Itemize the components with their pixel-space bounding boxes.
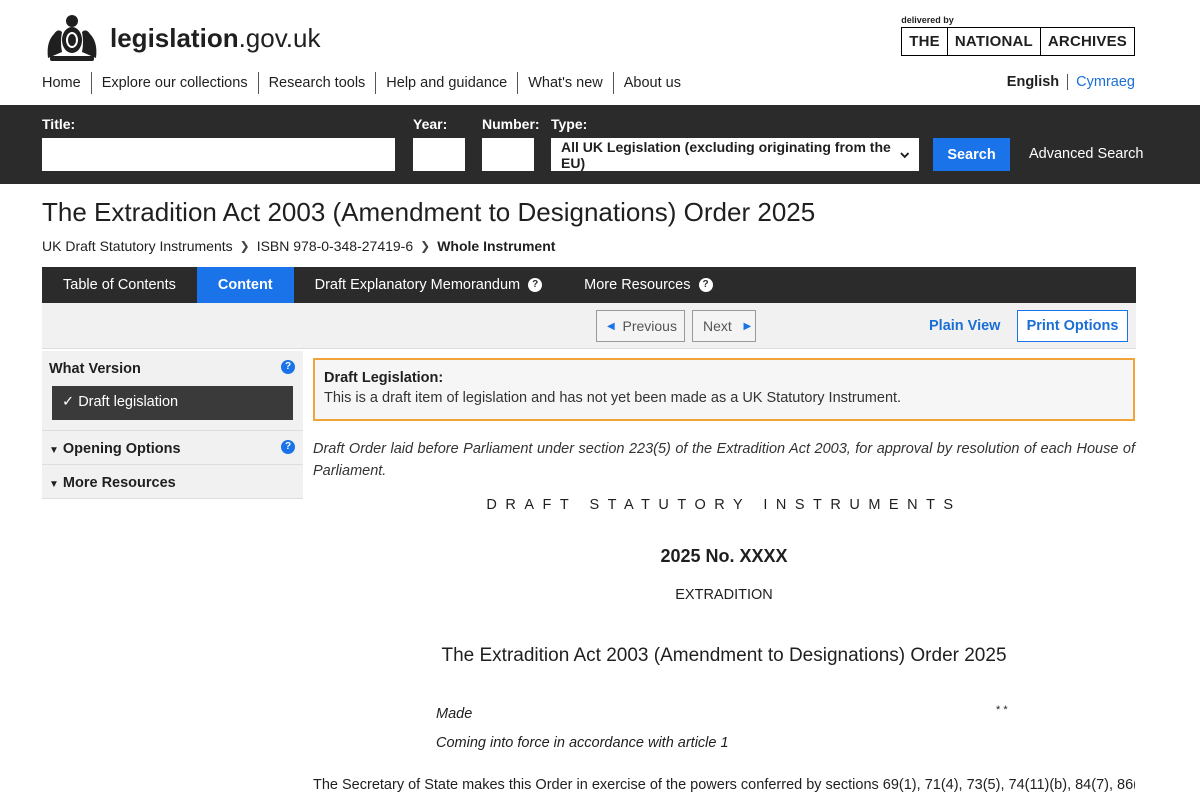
tab-label: Content: [217, 277, 273, 293]
year-input[interactable]: [413, 138, 465, 171]
next-label: Next: [703, 318, 732, 334]
body-text: The Secretary of State makes this Order …: [313, 777, 1135, 793]
what-version-heading: What Version: [49, 361, 141, 377]
language-switch: English Cymraeg: [1007, 74, 1135, 90]
tab-content[interactable]: Content: [196, 267, 294, 310]
made-value: * *: [996, 704, 1008, 716]
help-icon[interactable]: ?: [281, 440, 295, 454]
help-icon[interactable]: ?: [528, 278, 543, 292]
royal-crest-icon: [47, 15, 97, 61]
opening-options-section[interactable]: ▼ Opening Options ?: [42, 431, 303, 465]
lang-english[interactable]: English: [1007, 74, 1069, 90]
site-logo[interactable]: legislation.gov.uk: [42, 12, 320, 64]
instrument-number: 2025 No. XXXX: [660, 546, 788, 566]
title-label: Title:: [42, 116, 76, 132]
search-button[interactable]: Search: [933, 138, 1010, 171]
tna-wordmark: THE NATIONAL ARCHIVES: [901, 27, 1135, 56]
breadcrumb-current: Whole Instrument: [437, 238, 556, 254]
previous-label: Previous: [622, 318, 677, 334]
chevron-right-icon: ❯: [420, 239, 431, 253]
nav-about-us[interactable]: About us: [612, 72, 691, 94]
number-label: Number:: [482, 116, 540, 132]
national-archives-logo[interactable]: delivered by THE NATIONAL ARCHIVES: [901, 15, 1135, 56]
search-bar: Title: Year: Number: Type: All UK Legisl…: [0, 105, 1200, 184]
version-label: Draft legislation: [78, 394, 179, 410]
year-label: Year:: [413, 116, 448, 132]
content-tabs: Table of Contents Content Draft Explanat…: [42, 267, 1136, 310]
what-version-section: What Version ? ✓ Draft legislation: [42, 351, 303, 431]
nav-explore-collections[interactable]: Explore our collections: [90, 72, 258, 94]
content-toolbar: ◀ Previous Next ▶ Plain View Print Optio…: [42, 303, 1136, 349]
site-header: legislation.gov.uk delivered by THE NATI…: [0, 0, 1200, 105]
nav-research-tools[interactable]: Research tools: [257, 72, 376, 94]
type-label: Type:: [551, 116, 588, 132]
instrument-title: The Extradition Act 2003 (Amendment to D…: [441, 645, 1007, 666]
notice-title: Draft Legislation:: [324, 370, 444, 386]
coming-into-force-label: Coming into force in accordance with art…: [436, 735, 729, 751]
notice-body: This is a draft item of legislation and …: [324, 390, 902, 406]
triangle-down-icon: ▼: [49, 445, 59, 456]
plain-view-link[interactable]: Plain View: [929, 318, 1000, 334]
title-input[interactable]: [42, 138, 395, 171]
tna-word: THE: [902, 28, 948, 55]
chevron-right-icon: ❯: [239, 239, 250, 253]
arrow-right-icon: ▶: [743, 320, 752, 332]
tab-label: Draft Explanatory Memorandum: [314, 277, 521, 293]
delivered-by-text: delivered by: [901, 15, 954, 25]
number-input[interactable]: [482, 138, 534, 171]
breadcrumb-item[interactable]: UK Draft Statutory Instruments: [42, 238, 233, 254]
breadcrumb-item[interactable]: ISBN 978-0-348-27419-6: [257, 238, 413, 254]
page-title: The Extradition Act 2003 (Amendment to D…: [42, 197, 816, 227]
tab-label: Table of Contents: [63, 277, 176, 293]
tab-table-of-contents[interactable]: Table of Contents: [42, 267, 197, 303]
more-resources-section[interactable]: ▼ More Resources: [42, 465, 303, 499]
help-icon[interactable]: ?: [698, 278, 713, 292]
tna-word: NATIONAL: [948, 28, 1041, 55]
triangle-down-icon: ▼: [49, 479, 59, 490]
tab-more-resources[interactable]: More Resources?: [563, 267, 733, 303]
nav-whats-new[interactable]: What's new: [517, 72, 613, 94]
lang-welsh[interactable]: Cymraeg: [1068, 74, 1135, 90]
opening-options-heading: Opening Options: [62, 441, 181, 457]
intro-text: Draft Order laid before Parliament under…: [313, 441, 1135, 479]
tab-label: More Resources: [584, 277, 691, 293]
arrow-left-icon: ◀: [607, 320, 615, 332]
nav-home[interactable]: Home: [42, 72, 91, 94]
breadcrumb: UK Draft Statutory Instruments ❯ ISBN 97…: [42, 238, 555, 254]
draft-notice: Draft Legislation: This is a draft item …: [313, 358, 1135, 421]
previous-button[interactable]: ◀ Previous: [596, 310, 685, 342]
document-category: DRAFT STATUTORY INSTRUMENTS: [486, 497, 962, 513]
version-draft-legislation[interactable]: ✓ Draft legislation: [52, 386, 293, 420]
tab-draft-explanatory-memorandum[interactable]: Draft Explanatory Memorandum?: [294, 267, 564, 303]
made-label: Made: [436, 706, 473, 722]
checkmark-icon: ✓: [62, 394, 75, 410]
nav-help-guidance[interactable]: Help and guidance: [375, 72, 517, 94]
print-options-button[interactable]: Print Options: [1017, 310, 1128, 342]
type-select[interactable]: All UK Legislation (excluding originatin…: [551, 138, 919, 171]
sidebar: What Version ? ✓ Draft legislation ▼ Open…: [42, 351, 303, 499]
next-button[interactable]: Next ▶: [692, 310, 756, 342]
type-select-value: All UK Legislation (excluding originatin…: [561, 138, 891, 171]
help-icon[interactable]: ?: [281, 360, 295, 374]
main-nav: Home Explore our collections Research to…: [42, 72, 691, 94]
advanced-search-link[interactable]: Advanced Search: [1029, 146, 1143, 162]
more-resources-heading: More Resources: [62, 475, 176, 491]
chevron-down-icon: [899, 151, 909, 158]
tna-word: ARCHIVES: [1047, 33, 1127, 50]
site-name: legislation.gov.uk: [110, 22, 321, 53]
instrument-subject: EXTRADITION: [675, 587, 773, 603]
